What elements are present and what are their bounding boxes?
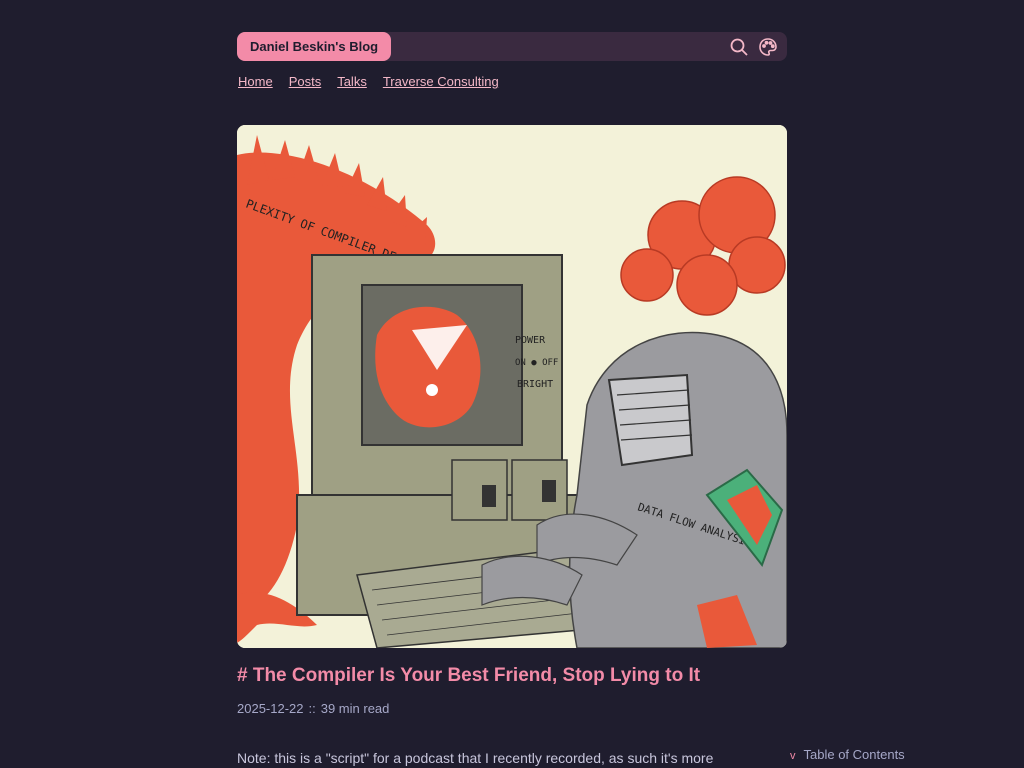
blog-title-button[interactable]: Daniel Beskin's Blog [237,32,392,61]
knight-helmet [607,373,694,467]
bright-label: BRIGHT [517,379,553,390]
main-nav: Home Posts Talks Traverse Consulting [238,74,499,89]
post-meta: 2025-12-22:: 39 min read [237,701,389,716]
post-date: 2025-12-22 [237,701,304,716]
nav-home[interactable]: Home [238,74,273,89]
nav-traverse-consulting[interactable]: Traverse Consulting [383,74,499,89]
post-note: Note: this is a "script" for a podcast t… [237,750,714,766]
table-of-contents-toggle[interactable]: v Table of Contents [790,747,905,762]
power-label: POWER [515,335,546,346]
meta-separator: :: [308,701,316,716]
palette-icon[interactable] [758,37,778,57]
read-time: 39 min read [320,701,390,716]
nav-posts[interactable]: Posts [289,74,322,89]
post-title: # The Compiler Is Your Best Friend, Stop… [237,665,701,686]
hero-illustration: PLEXITY OF COMPILER DESIGN POWER ON ● OF… [237,125,787,648]
toc-label: Table of Contents [803,747,905,762]
nav-talks[interactable]: Talks [337,74,367,89]
chevron-down-icon: v [790,750,796,762]
on-off-label: ON ● OFF [515,358,558,368]
search-icon[interactable] [729,37,749,57]
hero-image: PLEXITY OF COMPILER DESIGN POWER ON ● OF… [237,125,787,648]
